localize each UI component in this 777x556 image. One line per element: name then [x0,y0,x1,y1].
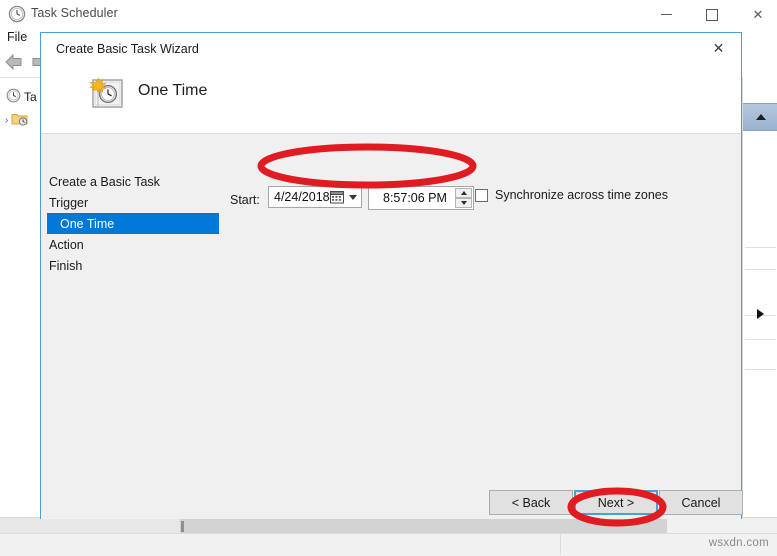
window-titlebar: Task Scheduler ✕ [0,0,777,29]
back-button-label: < Back [511,495,551,510]
dialog-body: Create a Basic Task Trigger One Time Act… [41,134,741,486]
collapse-up-icon[interactable] [755,114,766,120]
synchronize-across-time-zones-row[interactable]: Synchronize across time zones [475,188,668,202]
create-basic-task-wizard-dialog: Create Basic Task Wizard ✕ One Time Crea… [40,32,743,519]
cancel-button[interactable]: Cancel [659,490,743,515]
dialog-header-title: One Time [138,82,208,99]
task-tree-pane: Ta › [0,77,41,518]
divider [745,269,776,270]
chevron-down-icon[interactable] [349,195,357,200]
divider [745,247,776,248]
flyout-right-arrow-icon[interactable] [757,309,764,319]
start-date-value: 4/24/2018 [274,190,330,204]
tree-item-child-folder[interactable]: › [5,111,28,129]
wizard-step-action[interactable]: Action [47,234,227,255]
maximize-icon [706,8,718,21]
spinner-down-icon[interactable] [455,198,472,208]
start-time-value: 8:57:06 PM [383,191,447,205]
spinner-up-icon[interactable] [455,188,472,198]
divider [560,533,561,555]
start-time-input[interactable]: 8:57:06 PM [368,186,474,210]
cancel-button-label: Cancel [681,495,721,510]
maximize-button[interactable] [689,0,735,29]
synchronize-checkbox[interactable] [475,188,488,202]
dialog-titlebar: Create Basic Task Wizard ✕ [41,33,741,65]
scrollbar-thumb[interactable] [181,518,667,534]
wizard-step-list: Create a Basic Task Trigger One Time Act… [47,171,227,276]
back-button[interactable]: < Back [489,490,573,515]
minimize-button[interactable] [643,0,689,29]
wizard-step-one-time[interactable]: One Time [47,213,219,234]
one-time-calendar-clock-icon [84,73,130,117]
wizard-step-create-a-basic-task[interactable]: Create a Basic Task [47,171,227,192]
divider [745,369,776,370]
divider [745,339,776,340]
calendar-icon[interactable] [330,190,344,204]
chevron-right-icon[interactable]: › [5,115,8,126]
tree-item-task-scheduler-library[interactable]: Ta [6,88,37,106]
folder-clock-icon [11,111,28,129]
watermark: wsxdn.com [708,537,769,549]
tree-item-label: Ta [24,90,37,104]
wizard-step-label: Action [49,237,84,252]
actions-pane [742,77,777,517]
close-icon: ✕ [712,40,725,56]
close-icon: ✕ [752,7,764,22]
menu-item-file[interactable]: File [7,30,27,44]
synchronize-label: Synchronize across time zones [495,188,668,202]
horizontal-scrollbar[interactable] [0,517,777,534]
dialog-title: Create Basic Task Wizard [56,42,199,56]
next-button[interactable]: Next > [574,490,658,515]
wizard-step-trigger[interactable]: Trigger [47,192,227,213]
start-date-input[interactable]: 4/24/2018 [268,186,362,208]
actions-pane-header[interactable] [743,103,777,131]
minimize-icon [660,14,672,15]
wizard-step-label: One Time [60,216,115,231]
dialog-header: One Time [41,65,741,133]
close-button[interactable]: ✕ [735,0,777,29]
clock-icon [8,5,26,23]
time-spinner-buttons[interactable] [455,188,472,208]
wizard-step-label: Create a Basic Task [49,174,160,189]
start-label: Start: [230,193,260,207]
scrollbar-grip[interactable] [181,521,184,532]
back-arrow-icon[interactable] [4,52,26,72]
wizard-step-label: Finish [49,258,83,273]
scrollbar-track[interactable] [0,518,181,534]
dialog-footer: < Back Next > Cancel [41,486,743,519]
wizard-step-label: Trigger [49,195,89,210]
next-button-label: Next > [597,495,635,510]
dialog-close-button[interactable]: ✕ [696,33,741,64]
bottom-strip [0,533,777,556]
window-title: Task Scheduler [31,6,118,20]
wizard-step-finish[interactable]: Finish [47,255,227,276]
clock-icon [6,88,21,106]
